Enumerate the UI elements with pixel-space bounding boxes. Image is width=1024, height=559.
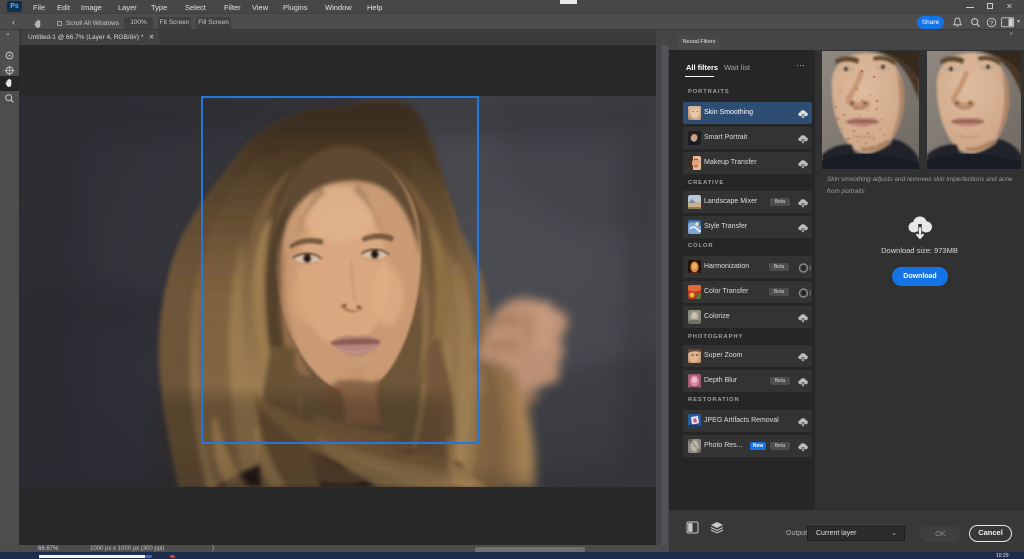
svg-text:?: ?	[990, 20, 994, 27]
